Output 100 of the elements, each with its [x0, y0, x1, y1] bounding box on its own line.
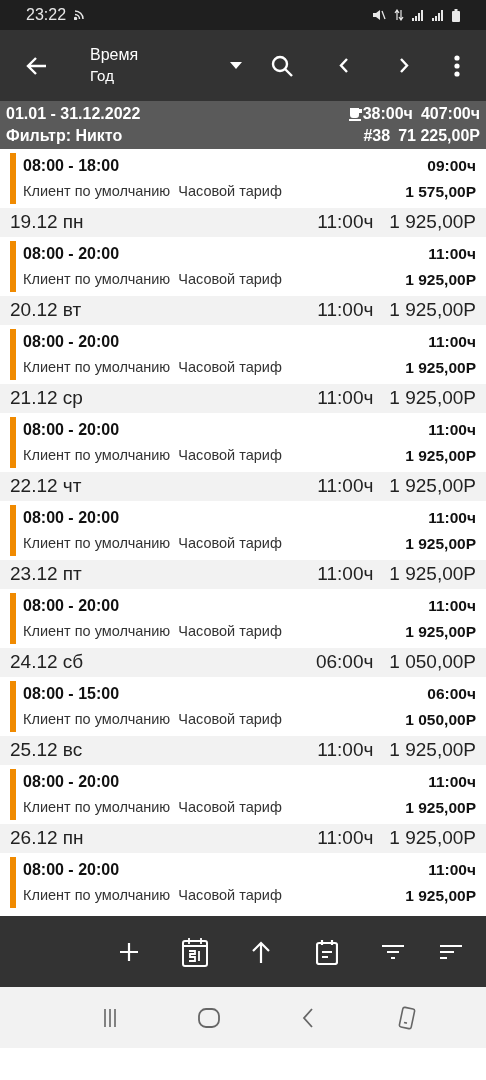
entry-amount: 1 925,00Р	[405, 797, 476, 818]
break-hours: 38:00ч	[362, 104, 413, 124]
day-hours: 06:00ч	[315, 650, 374, 675]
total-hours: 407:00ч	[420, 104, 480, 124]
entry-hours: 11:00ч	[428, 859, 476, 880]
entry-time: 08:00 - 20:00	[23, 507, 120, 528]
entry-client: Клиент по умолчанию	[23, 885, 171, 905]
entry-amount: 1 925,00Р	[405, 445, 476, 466]
more-icon	[454, 54, 460, 77]
entry-client: Клиент по умолчанию	[23, 621, 171, 641]
day-date: 21.12 ср	[10, 386, 83, 411]
status-bar-marker	[10, 505, 16, 556]
signal-icon	[412, 9, 424, 21]
day-hours: 11:00ч	[317, 826, 374, 851]
time-entry[interactable]: 08:00 - 20:00 11:00ч Клиент по умолчанию Часовой тариф 1 925,00Р	[0, 501, 486, 560]
day-date: 22.12 чт	[10, 474, 82, 499]
entry-time: 08:00 - 20:00	[23, 859, 120, 880]
entry-client: Клиент по умолчанию	[23, 357, 171, 377]
chevron-left-icon	[302, 1007, 313, 1028]
day-date: 23.12 пт	[10, 562, 82, 587]
status-bar-marker	[10, 769, 16, 820]
entry-client: Клиент по умолчанию	[23, 181, 171, 201]
signal-icon	[432, 9, 444, 21]
status-time: 23:22	[26, 5, 67, 25]
day-amount: 1 925,00Р	[389, 562, 476, 587]
entry-hours: 11:00ч	[428, 595, 476, 616]
battery-icon	[452, 8, 460, 22]
up-arrow-icon	[251, 940, 271, 963]
time-entry[interactable]: 08:00 - 20:00 11:00ч Клиент по умолчанию Часовой тариф 1 925,00Р	[0, 237, 486, 296]
entry-time: 08:00 - 20:00	[23, 595, 120, 616]
entry-hours: 11:00ч	[428, 243, 476, 264]
dropdown-caret-icon	[230, 62, 242, 69]
day-hours: 11:00ч	[317, 210, 374, 235]
entry-tariff: Часовой тариф	[178, 621, 282, 641]
entry-time: 08:00 - 20:00	[23, 419, 120, 440]
status-bar-marker	[10, 681, 16, 732]
day-date: 24.12 сб	[10, 650, 84, 675]
time-entry[interactable]: 08:00 - 15:00 06:00ч Клиент по умолчанию Часовой тариф 1 050,00Р	[0, 677, 486, 736]
day-amount: 1 925,00Р	[389, 738, 476, 763]
day-hours: 11:00ч	[317, 562, 374, 587]
day-amount: 1 050,00Р	[389, 650, 476, 675]
entry-time: 08:00 - 20:00	[23, 771, 120, 792]
entry-time: 08:00 - 15:00	[23, 683, 120, 704]
entry-amount: 1 925,00Р	[405, 357, 476, 378]
day-hours: 11:00ч	[317, 474, 374, 499]
entry-amount: 1 925,00Р	[405, 621, 476, 642]
recent-apps-icon	[102, 1008, 117, 1027]
time-entry[interactable]: 08:00 - 20:00 11:00ч Клиент по умолчанию Часовой тариф 1 925,00Р	[0, 325, 486, 384]
status-bar-marker	[10, 593, 16, 644]
time-entry[interactable]: 08:00 - 20:00 11:00ч Клиент по умолчанию Часовой тариф 1 925,00Р	[0, 589, 486, 648]
day-hours: 11:00ч	[317, 738, 374, 763]
status-bar-marker	[10, 329, 16, 380]
filter-text: Фильтр: Никто	[6, 126, 123, 146]
coffee-cup-icon	[348, 107, 363, 121]
phone-icon	[396, 1005, 417, 1030]
sort-icon	[440, 943, 462, 960]
filter-icon	[382, 943, 404, 960]
period-text: 01.01 - 31.12.2022	[6, 104, 141, 124]
entry-amount: 1 925,00Р	[405, 885, 476, 906]
home-icon	[197, 1007, 220, 1028]
time-entry[interactable]: 08:00 - 20:00 11:00ч Клиент по умолчанию Часовой тариф 1 925,00Р	[0, 765, 486, 824]
day-date: 25.12 вс	[10, 738, 83, 763]
time-entry[interactable]: 08:00 - 20:00 11:00ч Клиент по умолчанию Часовой тариф 1 925,00Р	[0, 413, 486, 472]
chevron-left-icon	[338, 58, 348, 73]
chevron-right-icon	[399, 58, 409, 73]
day-hours: 11:00ч	[317, 298, 374, 323]
day-date: 19.12 пн	[10, 210, 84, 235]
entry-tariff: Часовой тариф	[178, 797, 282, 817]
entry-client: Клиент по умолчанию	[23, 445, 171, 465]
entry-client: Клиент по умолчанию	[23, 533, 171, 553]
entry-hours: 06:00ч	[427, 683, 476, 704]
time-entry[interactable]: 08:00 - 20:00 11:00ч Клиент по умолчанию Часовой тариф 1 925,00Р	[0, 853, 486, 912]
entry-tariff: Часовой тариф	[178, 709, 282, 729]
network-icon	[394, 9, 404, 21]
day-date: 20.12 вт	[10, 298, 82, 323]
calendar-icon	[182, 936, 208, 967]
entry-amount: 1 925,00Р	[405, 269, 476, 290]
entry-hours: 09:00ч	[427, 155, 476, 176]
status-bar-marker	[10, 153, 16, 204]
entry-client: Клиент по умолчанию	[23, 269, 171, 289]
day-amount: 1 925,00Р	[389, 826, 476, 851]
status-bar-marker	[10, 241, 16, 292]
calendar-icon	[316, 938, 338, 965]
entry-amount: 1 925,00Р	[405, 533, 476, 554]
day-date: 26.12 пн	[10, 826, 84, 851]
entry-client: Клиент по умолчанию	[23, 797, 171, 817]
entry-time: 08:00 - 20:00	[23, 243, 120, 264]
day-amount: 1 925,00Р	[389, 298, 476, 323]
entry-tariff: Часовой тариф	[178, 181, 282, 201]
day-hours: 11:00ч	[317, 386, 374, 411]
entry-hours: 11:00ч	[428, 331, 476, 352]
day-amount: 1 925,00Р	[389, 210, 476, 235]
entry-tariff: Часовой тариф	[178, 885, 282, 905]
search-icon	[271, 54, 293, 77]
entry-time: 08:00 - 20:00	[23, 331, 120, 352]
entry-tariff: Часовой тариф	[178, 269, 282, 289]
time-entry[interactable]: 08:00 - 18:00 09:00ч Клиент по умолчанию Часовой тариф 1 575,00Р	[0, 149, 486, 208]
entry-time: 08:00 - 18:00	[23, 155, 120, 176]
day-amount: 1 925,00Р	[389, 474, 476, 499]
entry-hours: 11:00ч	[428, 507, 476, 528]
